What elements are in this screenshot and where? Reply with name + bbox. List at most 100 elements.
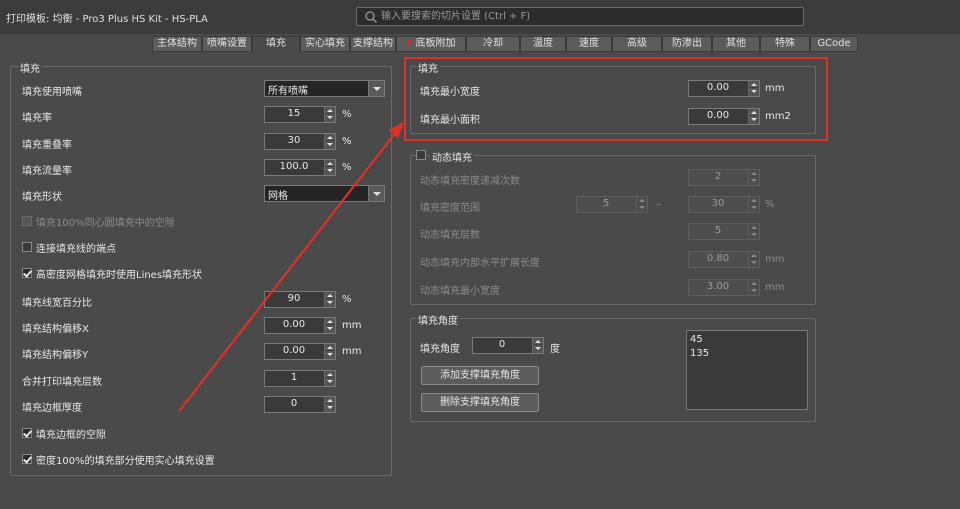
spin-up-icon[interactable]	[749, 224, 759, 231]
spin-down-icon[interactable]	[749, 287, 759, 294]
window-title: 打印模板: 均衡 - Pro3 Plus HS Kit - HS-PLA	[6, 14, 208, 25]
spin-up-icon[interactable]	[325, 397, 335, 404]
tab-speed[interactable]: 速度	[566, 36, 612, 52]
angle-list[interactable]: 45 135	[686, 330, 808, 410]
tab-support[interactable]: 支撑结构	[350, 36, 396, 52]
angle-label: 填充角度	[420, 344, 460, 355]
width-pct-spinbox[interactable]: 90	[264, 291, 336, 308]
tab-gcode[interactable]: GCode	[810, 36, 858, 52]
tab-ooze[interactable]: 防渗出	[662, 36, 712, 52]
tab-special[interactable]: 特殊	[760, 36, 810, 52]
angle-spinbox[interactable]: 0	[472, 337, 544, 354]
infill-group-title: 填充	[18, 60, 42, 75]
search-icon	[365, 11, 377, 23]
tab-main-structure[interactable]: 主体结构	[152, 36, 202, 52]
spin-up-icon[interactable]	[325, 371, 335, 378]
dyn-min-width-unit: mm	[765, 282, 785, 293]
spin-up-icon[interactable]	[749, 197, 759, 204]
spin-up-icon[interactable]	[325, 160, 335, 167]
rate-label: 填充率	[22, 113, 52, 124]
combine-label: 合并打印填充层数	[22, 377, 102, 388]
flow-spinbox[interactable]: 100.0	[264, 159, 336, 176]
width-pct-label: 填充线宽百分比	[22, 298, 92, 309]
combine-spinbox[interactable]: 1	[264, 370, 336, 387]
overlap-label: 填充重叠率	[22, 140, 72, 151]
offset-y-spinbox[interactable]: 0.00	[264, 343, 336, 360]
dyn-min-width-label: 动态填充最小宽度	[420, 286, 500, 297]
spin-down-icon[interactable]	[325, 325, 335, 332]
tab-other[interactable]: 其他	[712, 36, 760, 52]
range-from-spinbox[interactable]: 5	[576, 196, 648, 213]
spin-up-icon[interactable]	[749, 252, 759, 259]
spin-up-icon[interactable]	[325, 134, 335, 141]
nozzle-select[interactable]: 所有喷嘴	[264, 80, 385, 97]
annotation-highlight-box	[404, 57, 828, 141]
connect-checkbox[interactable]	[22, 242, 32, 252]
rate-unit: %	[342, 109, 352, 120]
remove-angle-button[interactable]: 删除支撑填充角度	[421, 393, 539, 412]
dynamic-checkbox[interactable]	[416, 150, 426, 160]
spin-down-icon[interactable]	[325, 141, 335, 148]
decrease-spinbox[interactable]: 2	[688, 169, 760, 186]
lines-checkbox[interactable]	[22, 268, 32, 278]
tab-temperature[interactable]: 温度	[520, 36, 566, 52]
spin-down-icon[interactable]	[325, 378, 335, 385]
modified-dot-icon	[406, 40, 412, 45]
spin-down-icon[interactable]	[325, 114, 335, 121]
width-pct-unit: %	[342, 294, 352, 305]
search-box[interactable]	[356, 7, 804, 26]
tab-solid-infill[interactable]: 实心填充	[300, 36, 350, 52]
spin-down-icon[interactable]	[749, 259, 759, 266]
tab-bed-adhesion[interactable]: 底板附加	[396, 36, 466, 52]
spin-down-icon[interactable]	[637, 204, 647, 211]
spin-up-icon[interactable]	[325, 318, 335, 325]
decrease-label: 动态填充密度递减次数	[420, 176, 520, 187]
spin-down-icon[interactable]	[325, 167, 335, 174]
chevron-down-icon	[368, 81, 384, 96]
rate-spinbox[interactable]: 15	[264, 106, 336, 123]
spin-up-icon[interactable]	[533, 338, 543, 345]
tab-nozzle[interactable]: 喷嘴设置	[202, 36, 252, 52]
range-to-spinbox[interactable]: 30	[688, 196, 760, 213]
spin-up-icon[interactable]	[749, 170, 759, 177]
spin-down-icon[interactable]	[325, 351, 335, 358]
shape-select[interactable]: 网格	[264, 185, 385, 202]
solid-checkbox[interactable]	[22, 454, 32, 464]
add-angle-button[interactable]: 添加支撑填充角度	[421, 366, 539, 385]
list-item[interactable]: 45	[690, 334, 703, 345]
dynamic-group-title: 动态填充	[430, 149, 474, 164]
spin-up-icon[interactable]	[325, 107, 335, 114]
dyn-min-width-spinbox[interactable]: 3.00	[688, 279, 760, 296]
spin-down-icon[interactable]	[749, 177, 759, 184]
search-input[interactable]	[381, 8, 801, 25]
gap100-checkbox[interactable]	[22, 216, 32, 226]
tab-advanced[interactable]: 高级	[612, 36, 662, 52]
spin-down-icon[interactable]	[749, 231, 759, 238]
offset-x-label: 填充结构偏移X	[22, 324, 89, 335]
border-gap-checkbox[interactable]	[22, 428, 32, 438]
connect-label: 连接填充线的端点	[36, 244, 116, 255]
offset-x-spinbox[interactable]: 0.00	[264, 317, 336, 334]
expand-spinbox[interactable]: 0.80	[688, 251, 760, 268]
range-unit: %	[765, 199, 775, 210]
spin-down-icon[interactable]	[325, 299, 335, 306]
overlap-spinbox[interactable]: 30	[264, 133, 336, 150]
tab-cooling[interactable]: 冷却	[466, 36, 520, 52]
spin-up-icon[interactable]	[637, 197, 647, 204]
nozzle-label: 填充使用喷嘴	[22, 87, 82, 98]
spin-down-icon[interactable]	[325, 404, 335, 411]
spin-up-icon[interactable]	[325, 344, 335, 351]
spin-up-icon[interactable]	[749, 280, 759, 287]
spin-up-icon[interactable]	[325, 292, 335, 299]
flow-unit: %	[342, 162, 352, 173]
border-spinbox[interactable]: 0	[264, 396, 336, 413]
tab-infill[interactable]: 填充	[252, 36, 300, 52]
spin-down-icon[interactable]	[533, 345, 543, 352]
layers-spinbox[interactable]: 5	[688, 223, 760, 240]
offset-y-unit: mm	[342, 346, 362, 357]
expand-label: 动态填充内部水平扩展长度	[420, 258, 540, 269]
list-item[interactable]: 135	[690, 348, 709, 359]
title-bar: 打印模板: 均衡 - Pro3 Plus HS Kit - HS-PLA	[0, 0, 960, 34]
spin-down-icon[interactable]	[749, 204, 759, 211]
border-gap-label: 填充边框的空隙	[36, 430, 106, 441]
